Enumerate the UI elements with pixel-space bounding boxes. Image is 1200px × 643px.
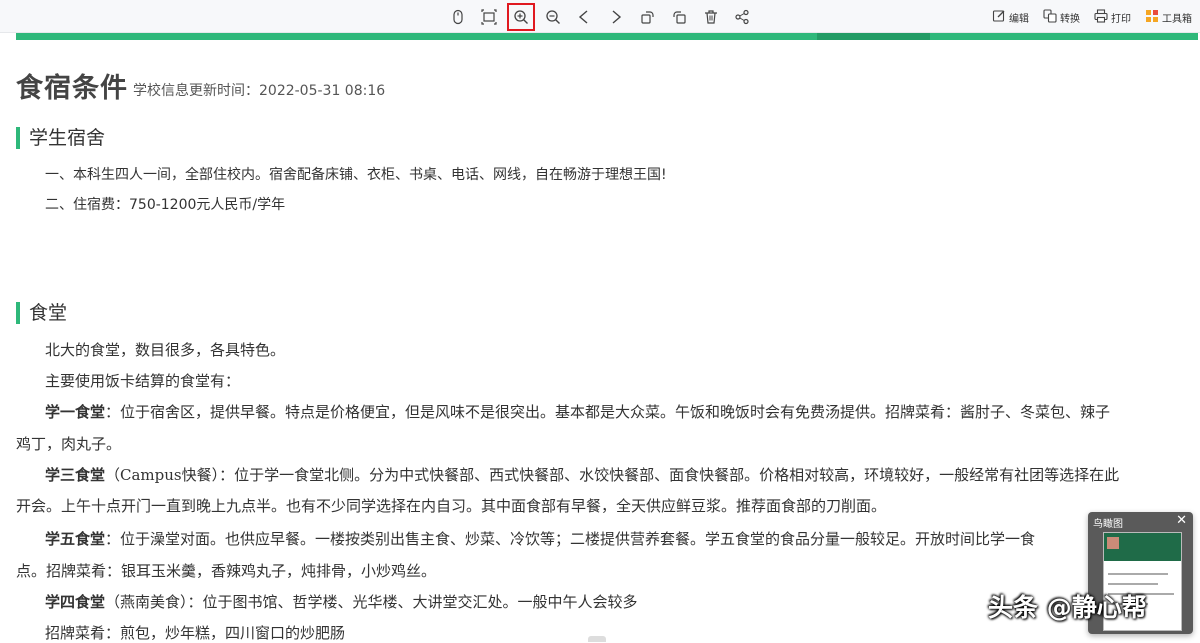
- scroll-handle[interactable]: [588, 636, 606, 642]
- toolbar-right-group: 编辑 转换 打印 工具箱: [992, 8, 1192, 26]
- dorm-line-1: 一、本科生四人一间，全部住校内。宿舍配备床铺、衣柜、书桌、电话、网线，自在畅游于…: [45, 167, 667, 183]
- canteen-intro-1: 北大的食堂，数目很多，各具特色。: [45, 341, 286, 359]
- convert-button[interactable]: 转换: [1043, 8, 1080, 26]
- canteen-item-1-text: ：位于宿舍区，提供早餐。特点是价格便宜，但是风味不是很突出。基本都是大众菜。午饭…: [105, 403, 1111, 421]
- next-icon[interactable]: [603, 4, 629, 30]
- canteen-item-2-text: （Campus快餐）：位于学一食堂北侧。分为中式快餐部、西式快餐部、水饺快餐部、…: [105, 466, 1120, 484]
- toolbox-label: 工具箱: [1162, 13, 1192, 25]
- print-button[interactable]: 打印: [1094, 8, 1131, 26]
- delete-icon[interactable]: [698, 4, 724, 30]
- canteen-item-3-line-1: 学五食堂：位于澡堂对面。也供应早餐。一楼按类别出售主食、炒菜、冷饮等；二楼提供营…: [45, 528, 1035, 549]
- zoom-in-icon[interactable]: [507, 3, 535, 31]
- thumbnail-image: [1107, 537, 1119, 549]
- close-icon[interactable]: ✕: [1176, 513, 1187, 528]
- edit-icon: [992, 9, 1006, 26]
- viewer-toolbar: 编辑 转换 打印 工具箱: [0, 0, 1200, 33]
- rotate-left-icon[interactable]: [635, 4, 661, 30]
- convert-label: 转换: [1060, 13, 1080, 25]
- zoom-out-icon[interactable]: [540, 4, 566, 30]
- canteen-item-3-name: 学五食堂: [45, 530, 106, 548]
- thumbnail-line: [1108, 573, 1168, 575]
- edit-label: 编辑: [1009, 13, 1029, 25]
- section-heading-canteen: 食堂: [16, 302, 67, 324]
- progress-bar-segment: [817, 33, 930, 40]
- watermark: 头条 @静心帮: [988, 593, 1147, 622]
- canteen-item-4-line-2: 招牌菜肴：煎包，炒年糕，四川窗口的炒肥肠: [45, 624, 346, 642]
- overview-title: 鸟瞰图: [1093, 519, 1123, 530]
- canteen-item-2-name: 学三食堂: [45, 466, 106, 484]
- update-info: 学校信息更新时间：2022-05-31 08:16: [133, 83, 386, 99]
- fit-screen-icon[interactable]: [476, 4, 502, 30]
- share-icon[interactable]: [729, 4, 755, 30]
- canteen-item-3-text: ：位于澡堂对面。也供应早餐。一楼按类别出售主食、炒菜、冷饮等；二楼提供营养套餐。…: [105, 530, 1036, 548]
- edit-button[interactable]: 编辑: [992, 8, 1029, 26]
- mouse-icon[interactable]: [445, 4, 471, 30]
- canteen-item-1-name: 学一食堂: [45, 403, 106, 421]
- canteen-item-3-line-2: 点。招牌菜肴：银耳玉米羹，香辣鸡丸子，炖排骨，小炒鸡丝。: [16, 562, 437, 580]
- canteen-intro-2: 主要使用饭卡结算的食堂有：: [45, 372, 241, 390]
- page-title: 食宿条件: [16, 73, 128, 104]
- toolbox-icon: [1145, 9, 1159, 26]
- canteen-item-4-name: 学四食堂: [45, 593, 106, 611]
- previous-icon[interactable]: [571, 4, 597, 30]
- canteen-item-1-line-2: 鸡丁，肉丸子。: [16, 435, 122, 453]
- print-label: 打印: [1111, 13, 1131, 25]
- rotate-right-icon[interactable]: [666, 4, 692, 30]
- canteen-item-2-line-1: 学三食堂（Campus快餐）：位于学一食堂北侧。分为中式快餐部、西式快餐部、水饺…: [45, 464, 1119, 485]
- convert-icon: [1043, 8, 1057, 26]
- print-icon: [1094, 8, 1108, 26]
- canteen-item-4-line-1: 学四食堂（燕南美食）：位于图书馆、哲学楼、光华楼、大讲堂交汇处。一般中午人会较多: [45, 591, 638, 612]
- thumbnail-line: [1108, 583, 1158, 585]
- canteen-item-1-line-1: 学一食堂：位于宿舍区，提供早餐。特点是价格便宜，但是风味不是很突出。基本都是大众…: [45, 401, 1110, 422]
- progress-bar: [16, 33, 1198, 40]
- section-heading-dorm: 学生宿舍: [16, 127, 105, 149]
- toolbox-button[interactable]: 工具箱: [1145, 8, 1192, 26]
- canteen-item-2-line-2: 开会。上午十点开门一直到晚上九点半。也有不少同学选择在内自习。其中面食部有早餐，…: [16, 497, 887, 515]
- dorm-line-2: 二、住宿费：750-1200元人民币/学年: [45, 197, 286, 213]
- canteen-item-4-text: （燕南美食）：位于图书馆、哲学楼、光华楼、大讲堂交汇处。一般中午人会较多: [105, 593, 638, 611]
